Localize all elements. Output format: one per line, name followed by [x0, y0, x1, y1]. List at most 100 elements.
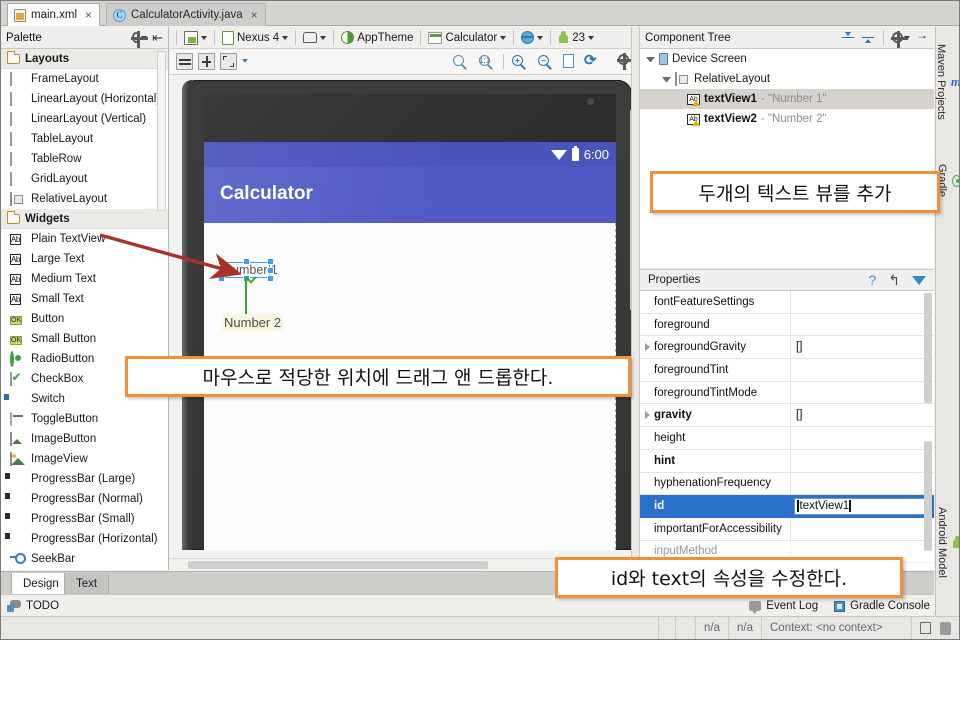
palette-item-progressbar-small[interactable]: ProgressBar (Small)	[1, 509, 168, 529]
chevron-down-icon[interactable]	[662, 76, 671, 82]
theme-selector[interactable]: AppTheme	[338, 28, 416, 48]
chevron-down-icon[interactable]	[242, 59, 248, 63]
palette-item-seekbar[interactable]: SeekBar	[1, 549, 168, 569]
property-value[interactable]	[790, 313, 934, 336]
palette-item-linearlayout-vertical[interactable]: LinearLayout (Vertical)	[1, 109, 168, 129]
align-icon[interactable]	[176, 53, 193, 70]
palette-item-button[interactable]: OK Button	[1, 309, 168, 329]
palette-item-small-button[interactable]: OK Small Button	[1, 329, 168, 349]
tree-node-textview1[interactable]: Ab textView1 - "Number 1"	[640, 89, 934, 109]
property-value[interactable]	[790, 381, 934, 404]
palette-item-linearlayout-horizontal[interactable]: LinearLayout (Horizontal)	[1, 89, 168, 109]
close-icon[interactable]: ×	[251, 8, 258, 22]
palette-item-progressbar-normal[interactable]: ProgressBar (Normal)	[1, 489, 168, 509]
palette-scrollbar[interactable]	[157, 51, 166, 211]
palette-item-tablerow[interactable]: TableRow	[1, 149, 168, 169]
palette-item-imagebutton[interactable]: ImageButton	[1, 429, 168, 449]
design-canvas[interactable]: 6:00 Calculator Number 1 Number 2	[170, 75, 640, 570]
property-value[interactable]	[790, 517, 934, 540]
palette-item-imageview[interactable]: ImageView	[1, 449, 168, 469]
collapse-panel-icon[interactable]: ⇤	[152, 30, 163, 46]
property-row-id[interactable]: id textView1	[640, 495, 934, 518]
collapse-all-icon[interactable]	[841, 31, 855, 45]
property-value[interactable]: []	[790, 336, 934, 359]
textview2-label[interactable]: Number 2	[222, 314, 284, 331]
tree-node-device-screen[interactable]: Device Screen	[640, 49, 934, 69]
palette-item-progressbar-large[interactable]: ProgressBar (Large)	[1, 469, 168, 489]
event-log-button[interactable]: Event Log	[749, 600, 818, 614]
help-icon[interactable]: ?	[868, 273, 876, 287]
properties-scrollbar[interactable]	[924, 293, 932, 403]
palette-item-framelayout[interactable]: FrameLayout	[1, 69, 168, 89]
property-row[interactable]: foregroundTintMode	[640, 381, 934, 405]
properties-scrollbar-thumb[interactable]	[924, 441, 932, 551]
tool-tab-android-model[interactable]: Android Model	[936, 487, 959, 597]
property-value[interactable]: []	[790, 404, 934, 427]
orientation-selector[interactable]	[300, 28, 329, 48]
palette-panel[interactable]: Layouts FrameLayout LinearLayout (Horizo…	[1, 49, 169, 570]
zoom-fit-icon[interactable]	[452, 54, 468, 70]
hide-panel-icon[interactable]	[916, 28, 929, 44]
property-value[interactable]	[790, 291, 934, 313]
device-config-button[interactable]	[181, 28, 210, 48]
expander[interactable]	[640, 411, 654, 420]
todo-label[interactable]: TODO	[26, 600, 59, 612]
property-row[interactable]: foregroundGravity []	[640, 336, 934, 360]
expand-icon[interactable]	[220, 53, 237, 70]
close-icon[interactable]: ×	[85, 8, 92, 22]
filter-icon[interactable]	[912, 275, 926, 285]
property-row[interactable]: fontFeatureSettings	[640, 291, 934, 314]
palette-settings-button[interactable]	[131, 30, 149, 48]
device-selector[interactable]: Nexus 4	[219, 28, 291, 48]
palette-group-widgets[interactable]: Widgets	[1, 209, 168, 229]
property-value[interactable]	[790, 472, 934, 495]
screenshot-icon[interactable]	[563, 54, 574, 68]
id-input[interactable]: textView1	[794, 497, 931, 515]
activity-selector[interactable]: Calculator	[425, 28, 509, 48]
gradle-console-button[interactable]: Gradle Console	[834, 600, 930, 612]
panel-splitter[interactable]	[631, 27, 640, 570]
palette-item-relativelayout[interactable]: RelativeLayout	[1, 189, 168, 209]
chevron-down-icon[interactable]	[646, 56, 655, 62]
properties-panel[interactable]: fontFeatureSettings foreground foregroun…	[640, 291, 934, 570]
api-level-selector[interactable]: 23	[555, 28, 597, 48]
device-screen[interactable]: 6:00 Calculator Number 1 Number 2	[204, 94, 616, 550]
zoom-actual-icon[interactable]: 1:1	[478, 54, 494, 70]
property-value[interactable]	[790, 427, 934, 449]
tree-node-textview2[interactable]: Ab textView2 - "Number 2"	[640, 109, 934, 129]
property-value[interactable]	[790, 359, 934, 381]
property-value-cell[interactable]: textView1	[790, 495, 934, 517]
trash-icon[interactable]	[940, 621, 951, 635]
palette-item-tablelayout[interactable]: TableLayout	[1, 129, 168, 149]
tab-main-xml[interactable]: main.xml ×	[7, 3, 101, 26]
palette-item-progressbar-horizontal[interactable]: ProgressBar (Horizontal)	[1, 529, 168, 549]
expander[interactable]	[640, 343, 654, 352]
component-tree-settings-button[interactable]	[891, 31, 910, 48]
zoom-out-icon[interactable]: −	[537, 54, 553, 70]
property-row[interactable]: importantForAccessibility	[640, 517, 934, 541]
property-row[interactable]: foreground	[640, 313, 934, 337]
distribute-icon[interactable]	[198, 53, 215, 70]
component-tree-panel[interactable]: Device Screen RelativeLayout Ab textView…	[640, 49, 934, 268]
property-value[interactable]	[790, 449, 934, 472]
locale-selector[interactable]	[518, 28, 546, 48]
canvas-surface[interactable]: 6:00 Calculator Number 1 Number 2	[170, 75, 640, 570]
undo-icon[interactable]: ↰	[888, 273, 900, 287]
expand-all-icon[interactable]	[861, 31, 875, 45]
zoom-in-icon[interactable]: +	[511, 54, 527, 70]
property-row[interactable]: hint	[640, 449, 934, 473]
palette-group-layouts[interactable]: Layouts	[1, 49, 168, 69]
property-row[interactable]: foregroundTint	[640, 359, 934, 382]
lock-icon[interactable]	[920, 622, 931, 634]
property-row[interactable]: hyphenationFrequency	[640, 472, 934, 496]
palette-item-togglebutton[interactable]: ToggleButton	[1, 409, 168, 429]
refresh-icon[interactable]: ⟳	[584, 53, 597, 68]
tree-node-relativelayout[interactable]: RelativeLayout	[640, 69, 934, 89]
tab-calculator-activity-java[interactable]: C CalculatorActivity.java ×	[106, 3, 266, 26]
property-row[interactable]: gravity []	[640, 404, 934, 428]
scrollbar-thumb[interactable]	[188, 561, 488, 569]
tool-tab-maven-projects[interactable]: m Maven Projects	[935, 27, 959, 137]
tab-text[interactable]: Text	[64, 573, 110, 595]
property-row[interactable]: height	[640, 427, 934, 450]
status-cell-icons[interactable]	[912, 617, 959, 640]
